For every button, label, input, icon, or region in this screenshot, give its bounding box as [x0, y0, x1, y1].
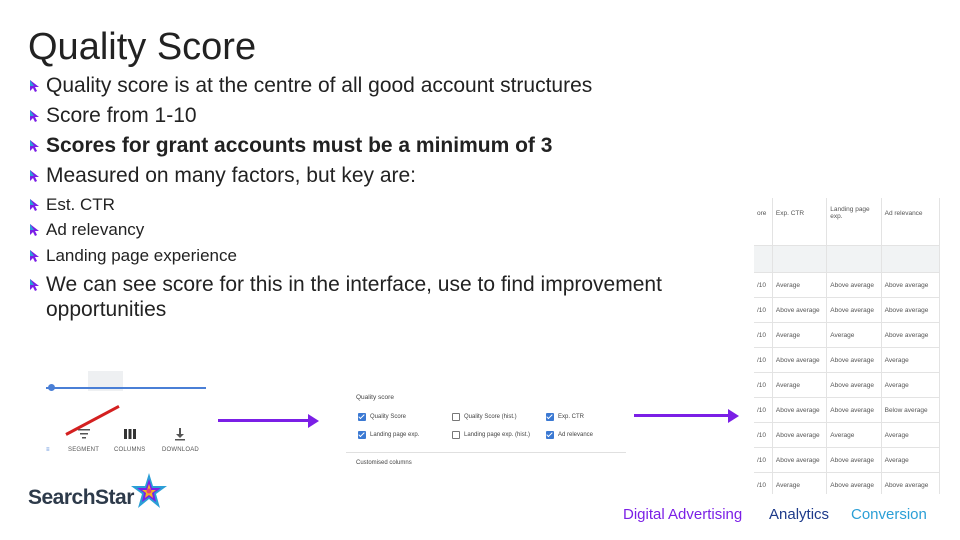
checkbox-checked — [358, 431, 366, 439]
bullet-item: Landing page experience — [28, 245, 237, 266]
bullet-text: We can see score for this in the interfa… — [46, 273, 662, 321]
purple-arrow-head — [728, 409, 739, 423]
bullet-text: Est. CTR — [46, 195, 115, 214]
table-row: /10 Average Above average Above average — [754, 272, 940, 298]
quality-table-screenshot: ore Exp. CTR Landing page exp. Ad releva… — [754, 198, 940, 494]
checkbox-checked — [358, 413, 366, 421]
footer-analytics: Analytics — [769, 506, 830, 523]
cursor-arrow-icon — [28, 79, 40, 93]
cursor-arrow-icon — [28, 109, 40, 123]
table-header-row: ore Exp. CTR Landing page exp. Ad releva… — [754, 198, 940, 246]
divider — [346, 452, 626, 453]
chart-point — [48, 384, 55, 391]
purple-arrow-head — [308, 414, 319, 428]
footer-conversion: Conversion — [851, 506, 927, 523]
cursor-arrow-icon — [28, 139, 40, 153]
purple-arrow-line — [218, 419, 310, 422]
purple-arrow-line — [634, 414, 730, 417]
table-row: /10 Average Average Above average — [754, 322, 940, 348]
checkbox-option: Quality Score — [358, 413, 406, 421]
bullet-item: Measured on many factors, but key are: — [28, 163, 416, 188]
checkbox-option: Ad relevance — [546, 431, 593, 439]
cursor-arrow-icon — [28, 169, 40, 183]
checkbox-unchecked — [452, 431, 460, 439]
table-row: /10 Average Above average Above average — [754, 472, 940, 494]
checkbox-checked — [546, 431, 554, 439]
bullet-item: Score from 1-10 — [28, 103, 197, 128]
checkbox-option: Exp. CTR — [546, 413, 584, 421]
quality-table: ore Exp. CTR Landing page exp. Ad releva… — [754, 198, 940, 494]
chart-line — [46, 387, 206, 389]
bullet-item: We can see score for this in the interfa… — [28, 272, 728, 322]
logo-text: SearchStar — [28, 486, 134, 509]
cursor-arrow-icon — [28, 223, 40, 237]
bullet-item: Ad relevancy — [28, 219, 144, 240]
bullet-text: Scores for grant accounts must be a mini… — [46, 134, 553, 157]
bullet-text: Quality score is at the centre of all go… — [46, 74, 593, 97]
table-row: /10 Average Above average Average — [754, 372, 940, 398]
columns-chooser-screenshot: Quality score Quality Score Quality Scor… — [346, 372, 626, 482]
checkbox-checked — [546, 413, 554, 421]
columns-icon — [124, 429, 136, 439]
bullet-item: Scores for grant accounts must be a mini… — [28, 133, 552, 158]
checkbox-unchecked — [452, 413, 460, 421]
columns-label: COLUMNS — [114, 447, 146, 453]
segment-label: SEGMENT — [68, 447, 100, 453]
table-row: /10 Above average Above average Average — [754, 447, 940, 473]
bullet-text: Landing page experience — [46, 246, 237, 265]
toolbar-screenshot: ≡ SEGMENT COLUMNS DOWNLOAD — [46, 371, 206, 463]
checkbox-option: Quality Score (hist.) — [452, 413, 517, 421]
download-label: DOWNLOAD — [162, 447, 199, 453]
table-row: /10 Above average Average Average — [754, 422, 940, 448]
customised-columns-label: Customised columns — [356, 460, 412, 466]
checkbox-option: Landing page exp. — [358, 431, 419, 439]
cursor-arrow-icon — [28, 278, 40, 292]
bullet-text: Measured on many factors, but key are: — [46, 164, 417, 187]
table-row: /10 Above average Above average Average — [754, 347, 940, 373]
footer-digital-advertising: Digital Advertising — [623, 506, 743, 523]
quality-score-header: Quality score — [356, 394, 394, 401]
cursor-arrow-icon — [28, 249, 40, 263]
bullet-text: Ad relevancy — [46, 220, 145, 239]
cursor-arrow-icon — [28, 198, 40, 212]
star-logo-icon — [130, 473, 167, 508]
download-icon — [175, 428, 185, 441]
checkbox-option: Landing page exp. (hist.) — [452, 431, 530, 439]
searchstar-logo: SearchStar — [28, 473, 170, 511]
table-row: /10 Above average Above average Below avera… — [754, 397, 940, 423]
bullet-text: Score from 1-10 — [46, 104, 197, 127]
bullet-item: Quality score is at the centre of all go… — [28, 73, 592, 98]
slide-title: Quality Score — [28, 26, 257, 68]
bullet-item: Est. CTR — [28, 194, 115, 215]
table-row: /10 Above average Above average Above avera… — [754, 297, 940, 323]
